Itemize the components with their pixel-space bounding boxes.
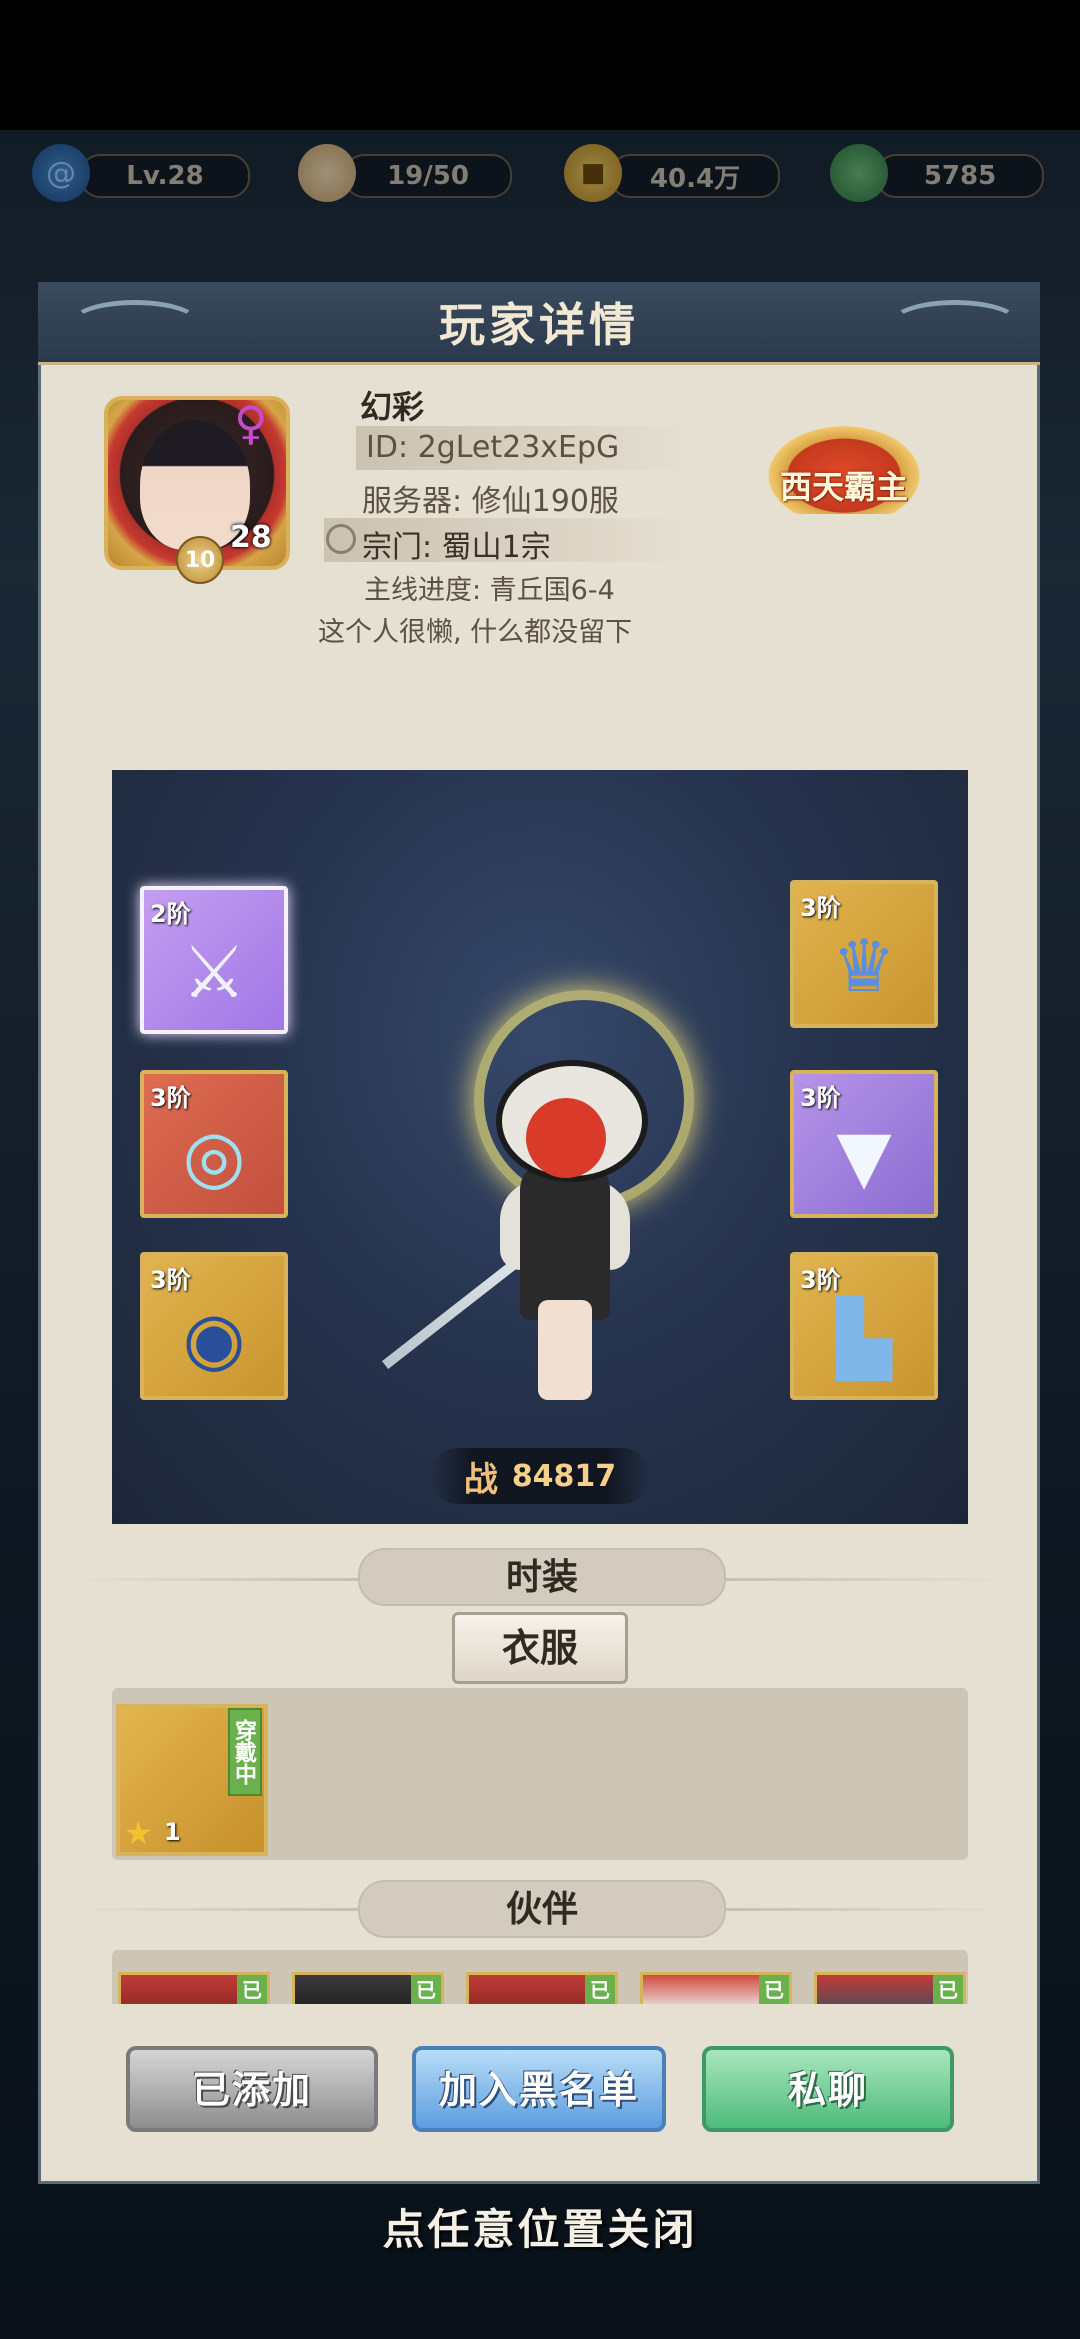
partner-tag: 已 bbox=[411, 1975, 441, 2004]
female-icon: ♀ bbox=[234, 396, 268, 450]
title-badge-text: 西天霸主 bbox=[779, 468, 908, 506]
wearing-badge: 穿戴中 bbox=[228, 1708, 262, 1796]
hero-body bbox=[520, 1160, 610, 1320]
equip-slot-robe[interactable]: 3阶 ▼ bbox=[790, 1070, 938, 1218]
partner-card[interactable]: 已 bbox=[292, 1972, 444, 2004]
hero-legs bbox=[538, 1300, 592, 1400]
partner-tag: 已 bbox=[933, 1975, 963, 2004]
blacklist-button[interactable]: 加入黑名单 bbox=[412, 2046, 666, 2132]
power-label: 战 bbox=[463, 1459, 498, 1500]
equip-slot-ring[interactable]: 3阶 ◉ bbox=[140, 1252, 288, 1400]
equip-slot-crown[interactable]: 3阶 ♛ bbox=[790, 880, 938, 1028]
partner-tag: 已 bbox=[759, 1975, 789, 2004]
star-icon: ★ bbox=[124, 1814, 153, 1852]
jade-pendant-icon: ◎ bbox=[182, 1114, 246, 1198]
tab-clothes[interactable]: 衣服 bbox=[452, 1612, 628, 1684]
outfit-count: 1 bbox=[164, 1818, 181, 1846]
main-progress: 主线进度: 青丘国6-4 bbox=[364, 575, 615, 606]
partner-list: 已 已 已 已 已 bbox=[112, 1950, 968, 2004]
partner-card[interactable]: 已 bbox=[640, 1972, 792, 2004]
equip-slot-weapon[interactable]: 2阶 ⚔ bbox=[140, 886, 288, 1034]
hero-face bbox=[526, 1098, 606, 1178]
partner-tag: 已 bbox=[585, 1975, 615, 2004]
robe-icon: ▼ bbox=[836, 1114, 892, 1198]
fashion-section-title: 时装 bbox=[358, 1548, 726, 1606]
boots-icon: ▙ bbox=[836, 1296, 892, 1380]
combat-power: 战 84817 bbox=[430, 1448, 650, 1504]
vip-badge: 10 bbox=[176, 536, 224, 584]
search-icon[interactable] bbox=[326, 524, 356, 554]
player-signature: 这个人很懒, 什么都没留下 bbox=[318, 617, 633, 648]
avatar-level: 28 bbox=[230, 520, 272, 555]
equip-slot-boots[interactable]: 3阶 ▙ bbox=[790, 1252, 938, 1400]
partner-card[interactable]: 已 bbox=[118, 1972, 270, 2004]
player-id: ID: 2gLet23xEpG bbox=[366, 430, 620, 465]
added-button[interactable]: 已添加 bbox=[126, 2046, 378, 2132]
panel-title: 玩家详情 bbox=[439, 298, 639, 352]
close-hint[interactable]: 点任意位置关闭 bbox=[0, 2196, 1080, 2257]
status-area bbox=[0, 0, 1080, 130]
crown-icon: ♛ bbox=[831, 924, 897, 1008]
player-sect[interactable]: 宗门: 蜀山1宗 bbox=[362, 522, 551, 566]
sword-icon: ⚔ bbox=[181, 930, 247, 1014]
partner-card[interactable]: 已 bbox=[466, 1972, 618, 2004]
partner-card[interactable]: 已 bbox=[814, 1972, 966, 2004]
partner-section-title: 伙伴 bbox=[358, 1880, 726, 1938]
power-value: 84817 bbox=[511, 1458, 617, 1494]
ring-icon: ◉ bbox=[182, 1296, 246, 1380]
player-name: 幻彩 bbox=[360, 388, 425, 426]
player-server: 服务器: 修仙190服 bbox=[362, 484, 619, 519]
equip-slot-pendant[interactable]: 3阶 ◎ bbox=[140, 1070, 288, 1218]
private-chat-button[interactable]: 私聊 bbox=[702, 2046, 954, 2132]
partner-tag: 已 bbox=[237, 1975, 267, 2004]
